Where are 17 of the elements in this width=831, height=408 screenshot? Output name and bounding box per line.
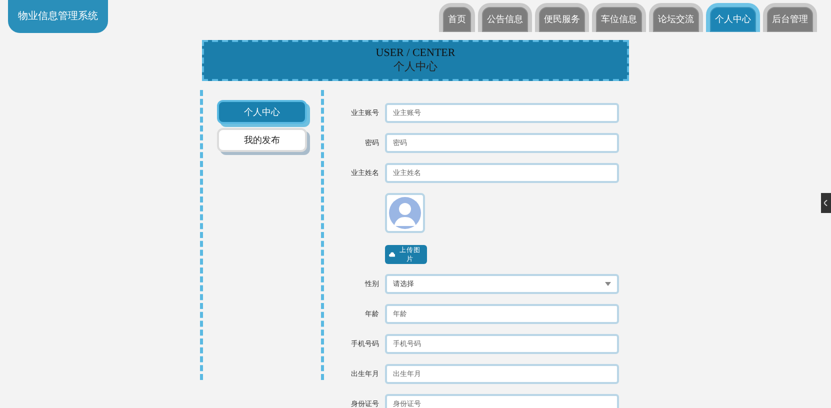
cloud-icon bbox=[389, 252, 396, 257]
avatar-icon bbox=[385, 193, 425, 233]
chevron-left-icon bbox=[824, 200, 828, 206]
side-menu-item[interactable]: 我的发布 bbox=[217, 128, 307, 152]
collapse-handle[interactable] bbox=[821, 193, 831, 213]
nav-tab[interactable]: 车位信息 bbox=[592, 3, 646, 32]
nav-tab[interactable]: 首页 bbox=[439, 3, 475, 32]
nav-tab[interactable]: 公告信息 bbox=[478, 3, 532, 32]
nav-tab[interactable]: 个人中心 bbox=[706, 3, 760, 32]
caret-icon bbox=[605, 282, 611, 286]
banner-subtitle: 个人中心 bbox=[394, 60, 438, 74]
nav-tab[interactable]: 便民服务 bbox=[535, 3, 589, 32]
nav-tab[interactable]: 后台管理 bbox=[763, 3, 817, 32]
side-menu-item[interactable]: 个人中心 bbox=[217, 100, 307, 124]
banner-title: USER / CENTER bbox=[376, 47, 456, 60]
nav-tab[interactable]: 论坛交流 bbox=[649, 3, 703, 32]
site-title: 物业信息管理系统 bbox=[8, 0, 108, 33]
